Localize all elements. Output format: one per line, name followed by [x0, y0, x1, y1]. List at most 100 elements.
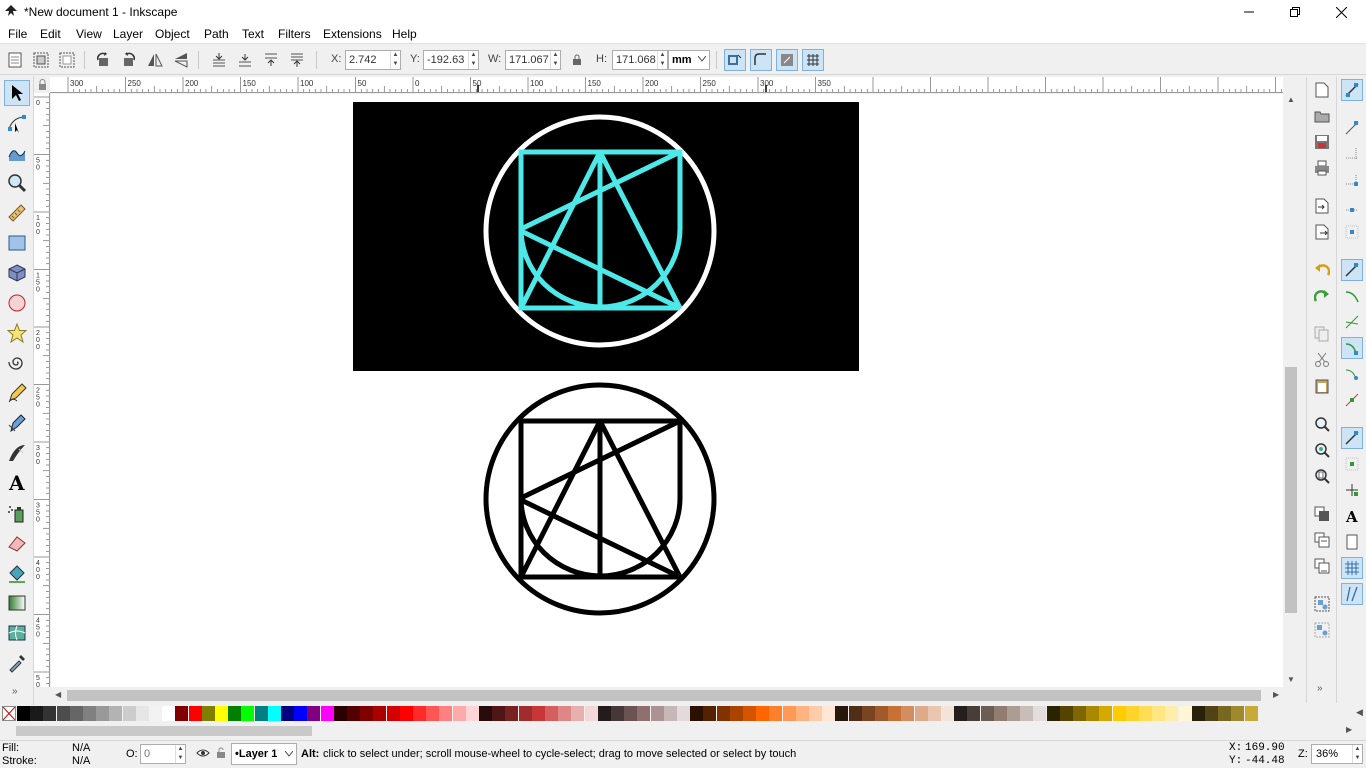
menu-help[interactable]: Help — [392, 27, 417, 41]
palette-swatch[interactable] — [294, 706, 308, 721]
snap-cusp-nodes-button[interactable] — [1341, 337, 1363, 359]
palette-swatch[interactable] — [201, 706, 215, 721]
palette-swatch[interactable] — [518, 706, 532, 721]
palette-swatch[interactable] — [1033, 706, 1047, 721]
palette-swatch[interactable] — [888, 706, 902, 721]
palette-swatch[interactable] — [875, 706, 888, 721]
new-document-button[interactable] — [1311, 79, 1333, 101]
ellipse-tool[interactable] — [4, 290, 30, 316]
palette-swatch[interactable] — [452, 706, 466, 721]
snap-object-centers-button[interactable] — [1341, 453, 1363, 475]
tweak-tool[interactable] — [4, 140, 30, 166]
vertical-ruler[interactable]: 050100150200250300350400450500550 — [34, 93, 50, 687]
palette-swatch[interactable] — [175, 706, 189, 721]
palette-swatch[interactable] — [861, 706, 875, 721]
raise-to-top-button[interactable] — [286, 49, 308, 71]
spiral-tool[interactable] — [4, 350, 30, 376]
palette-swatch[interactable] — [901, 706, 915, 721]
horizontal-scroll-thumb[interactable] — [67, 690, 1261, 701]
palette-swatch[interactable] — [69, 706, 83, 721]
palette-swatch[interactable] — [135, 706, 149, 721]
palette-swatch[interactable] — [399, 706, 413, 721]
palette-swatch[interactable] — [1125, 706, 1139, 721]
vertical-scrollbar[interactable]: ▲ ▼ — [1283, 77, 1299, 687]
palette-swatch[interactable] — [267, 706, 281, 721]
palette-swatch[interactable] — [980, 706, 994, 721]
palette-swatch[interactable] — [769, 706, 783, 721]
menu-file[interactable]: File — [8, 27, 27, 41]
palette-swatch[interactable] — [1099, 706, 1113, 721]
snap-bbox-midpoint-button[interactable] — [1341, 195, 1363, 217]
y-spin-arrows[interactable]: ▲ ▼ — [468, 51, 478, 69]
palette-swatch[interactable] — [83, 706, 96, 721]
rotate-ccw-button[interactable] — [92, 49, 114, 71]
palette-swatch[interactable] — [1046, 706, 1060, 721]
palette-swatch[interactable] — [1112, 706, 1126, 721]
logo-on-white[interactable] — [483, 382, 717, 616]
paste-button[interactable] — [1311, 375, 1333, 397]
palette-swatch[interactable] — [307, 706, 321, 721]
scale-stroke-button[interactable] — [724, 49, 746, 71]
palette-swatch[interactable] — [281, 706, 294, 721]
duplicate-button[interactable] — [1311, 503, 1333, 525]
palette-swatch[interactable] — [650, 706, 664, 721]
palette-swatch[interactable] — [373, 706, 387, 721]
copy-button[interactable] — [1311, 323, 1333, 345]
palette-swatch[interactable] — [716, 706, 730, 721]
scale-corners-button[interactable] — [750, 49, 772, 71]
palette-swatch[interactable] — [571, 706, 585, 721]
palette-swatch[interactable] — [426, 706, 440, 721]
palette-swatch[interactable] — [465, 706, 479, 721]
palette-swatch[interactable] — [927, 706, 941, 721]
palette-swatch[interactable] — [320, 706, 334, 721]
palette-swatch[interactable] — [241, 706, 255, 721]
snap-line-midpoints-button[interactable] — [1341, 389, 1363, 411]
palette-swatch[interactable] — [360, 706, 374, 721]
palette-swatch[interactable] — [663, 706, 677, 721]
dropper-tool[interactable] — [4, 650, 30, 676]
lower-button[interactable] — [234, 49, 256, 71]
spray-tool[interactable] — [4, 500, 30, 526]
snap-others-button[interactable] — [1341, 427, 1363, 449]
export-button[interactable] — [1311, 221, 1333, 243]
snap-grid-button[interactable] — [1341, 557, 1363, 579]
menu-layer[interactable]: Layer — [113, 27, 143, 41]
snap-smooth-nodes-button[interactable] — [1341, 363, 1363, 385]
palette-swatch[interactable] — [677, 706, 690, 721]
layer-select[interactable]: •Layer 1 — [231, 743, 297, 765]
stroke-value[interactable]: N/A — [72, 755, 90, 767]
palette-swatch[interactable] — [1178, 706, 1192, 721]
scroll-down-icon[interactable]: ▼ — [1287, 675, 1295, 684]
palette-swatch[interactable] — [162, 706, 176, 721]
3d-box-tool[interactable] — [4, 260, 30, 286]
palette-swatch[interactable] — [914, 706, 928, 721]
vertical-scroll-thumb[interactable] — [1285, 367, 1297, 613]
palette-swatch[interactable] — [1152, 706, 1166, 721]
transform-patterns-button[interactable] — [802, 49, 824, 71]
palette-swatch[interactable] — [1086, 706, 1100, 721]
snap-text-baseline-button[interactable]: A — [1341, 505, 1363, 527]
clone-button[interactable] — [1311, 529, 1333, 551]
snap-page-border-button[interactable] — [1341, 531, 1363, 553]
black-background-rect[interactable] — [353, 102, 859, 371]
lock-proportions-button[interactable] — [566, 49, 588, 71]
palette-swatch[interactable] — [1165, 706, 1179, 721]
toggle-layer-lock-button[interactable] — [216, 747, 226, 762]
snap-rotation-center-button[interactable] — [1341, 479, 1363, 501]
close-button[interactable] — [1318, 0, 1364, 24]
palette-swatch[interactable] — [1244, 706, 1258, 721]
flip-vertical-button[interactable] — [170, 49, 192, 71]
palette-swatch[interactable] — [809, 706, 822, 721]
redo-button[interactable] — [1311, 285, 1333, 307]
mesh-tool[interactable] — [4, 620, 30, 646]
palette-swatch[interactable] — [43, 706, 57, 721]
x-field[interactable]: 2.742 ▲ ▼ — [345, 50, 401, 70]
menu-filters[interactable]: Filters — [278, 27, 311, 41]
pen-tool[interactable] — [4, 410, 30, 436]
opacity-spin-arrows[interactable]: ▲ ▼ — [175, 745, 185, 763]
text-tool[interactable]: A — [4, 470, 30, 496]
node-tool[interactable] — [4, 110, 30, 136]
gradient-tool[interactable] — [4, 590, 30, 616]
palette-swatch[interactable] — [1205, 706, 1218, 721]
zoom-drawing-button[interactable] — [1311, 439, 1333, 461]
